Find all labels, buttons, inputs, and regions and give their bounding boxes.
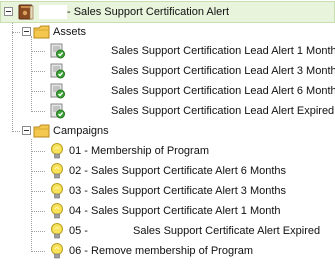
root-label: - Sales Support Certification Alert [67, 6, 230, 18]
campaign-label: 05 - [69, 225, 88, 237]
campaign-label: 02 - Sales Support Certificate Alert 6 M… [69, 165, 287, 177]
lightbulb-icon [49, 242, 65, 263]
tree-item-asset[interactable]: Sales Support Certification Lead Alert 3… [0, 61, 335, 81]
asset-label: Sales Support Certification Lead Alert 3… [111, 65, 335, 77]
tree-folder-campaigns[interactable]: Campaigns [0, 121, 335, 141]
folder-icon [33, 123, 51, 142]
campaign-label: 06 - Remove membership of Program [69, 245, 254, 257]
lightbulb-icon [49, 202, 65, 223]
campaign-label: 01 - Membership of Program [69, 145, 209, 157]
folder-label: Campaigns [53, 125, 109, 137]
book-icon [17, 3, 35, 24]
asset-label: Sales Support Certification Lead Alert 6… [111, 85, 335, 97]
tree-item-campaign[interactable]: 03 - Sales Support Certificate Alert 3 M… [0, 181, 335, 201]
collapse-toggle[interactable] [22, 27, 31, 36]
tree-item-campaign[interactable]: 06 - Remove membership of Program [0, 241, 335, 261]
redacted-text [39, 5, 67, 19]
tree-item-campaign[interactable]: 02 - Sales Support Certificate Alert 6 M… [0, 161, 335, 181]
lightbulb-icon [49, 222, 65, 243]
collapse-toggle[interactable] [22, 126, 31, 135]
lightbulb-icon [49, 182, 65, 203]
tree-item-asset[interactable]: Sales Support Certification Lead Alert 6… [0, 81, 335, 101]
lightbulb-icon [49, 162, 65, 183]
asset-label: Sales Support Certification Lead Alert E… [111, 105, 335, 117]
check-document-icon [49, 102, 66, 122]
campaign-label: 04 - Sales Support Certificate Alert 1 M… [69, 205, 281, 217]
tree-folder-assets[interactable]: Assets [0, 22, 335, 42]
collapse-toggle[interactable] [4, 7, 13, 16]
campaign-label-tail: Sales Support Certificate Alert Expired [133, 225, 321, 237]
tree-item-campaign[interactable]: 04 - Sales Support Certificate Alert 1 M… [0, 201, 335, 221]
check-document-icon [49, 62, 66, 82]
folder-label: Assets [53, 26, 87, 38]
tree-item-asset[interactable]: Sales Support Certification Lead Alert E… [0, 101, 335, 121]
check-document-icon [49, 82, 66, 102]
check-document-icon [49, 42, 66, 62]
campaign-tree: - Sales Support Certification Alert Asse… [0, 0, 335, 264]
campaign-label: 03 - Sales Support Certificate Alert 3 M… [69, 185, 287, 197]
asset-label: Sales Support Certification Lead Alert 1… [111, 45, 335, 57]
lightbulb-icon [49, 142, 65, 163]
tree-item-campaign[interactable]: 01 - Membership of Program [0, 141, 335, 161]
tree-item-campaign[interactable]: 05 - Sales Support Certificate Alert Exp… [0, 221, 335, 241]
tree-item-asset[interactable]: Sales Support Certification Lead Alert 1… [0, 41, 335, 61]
tree-root-item[interactable]: - Sales Support Certification Alert [0, 1, 335, 23]
